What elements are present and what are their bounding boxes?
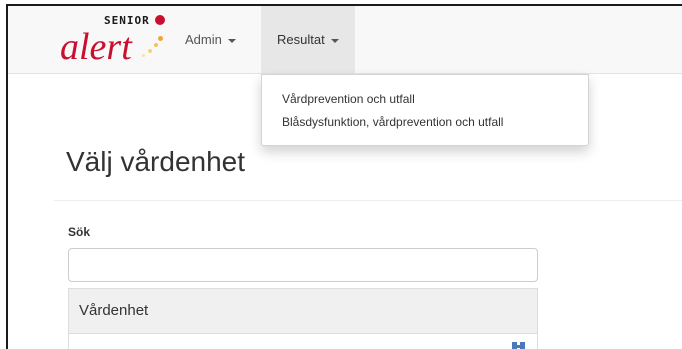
- users-icon[interactable]: [512, 342, 525, 349]
- page-title: Välj vårdenhet: [66, 146, 246, 177]
- search-input[interactable]: [68, 248, 538, 282]
- logo-red-dot-icon: [155, 15, 165, 25]
- app-window: SENIOR alert Admin Resultat Vårdpreventi…: [6, 4, 682, 349]
- search-label: Sök: [68, 225, 91, 239]
- menu-item-blasdysfunktion[interactable]: Blåsdysfunktion, vårdprevention och utfa…: [262, 115, 588, 129]
- menu-item-vardprevention[interactable]: Vårdprevention och utfall: [262, 92, 588, 106]
- top-navbar: SENIOR alert Admin Resultat: [8, 6, 682, 74]
- nav-admin[interactable]: Admin: [169, 6, 252, 73]
- senior-alert-logo[interactable]: SENIOR alert: [60, 14, 176, 68]
- nav-admin-label: Admin: [185, 32, 222, 47]
- column-header-vardenhet: Vårdenhet: [79, 302, 149, 319]
- logo-alert-text: alert: [60, 26, 132, 68]
- caret-down-icon: [330, 38, 339, 43]
- nav-resultat-label: Resultat: [277, 32, 325, 47]
- divider: [54, 200, 682, 201]
- nav-resultat[interactable]: Resultat: [261, 6, 355, 73]
- logo-dots-icon: [140, 36, 166, 60]
- resultat-dropdown-menu: Vårdprevention och utfall Blåsdysfunktio…: [261, 74, 589, 146]
- caret-down-icon: [227, 38, 236, 43]
- table-header: Vårdenhet: [68, 288, 538, 334]
